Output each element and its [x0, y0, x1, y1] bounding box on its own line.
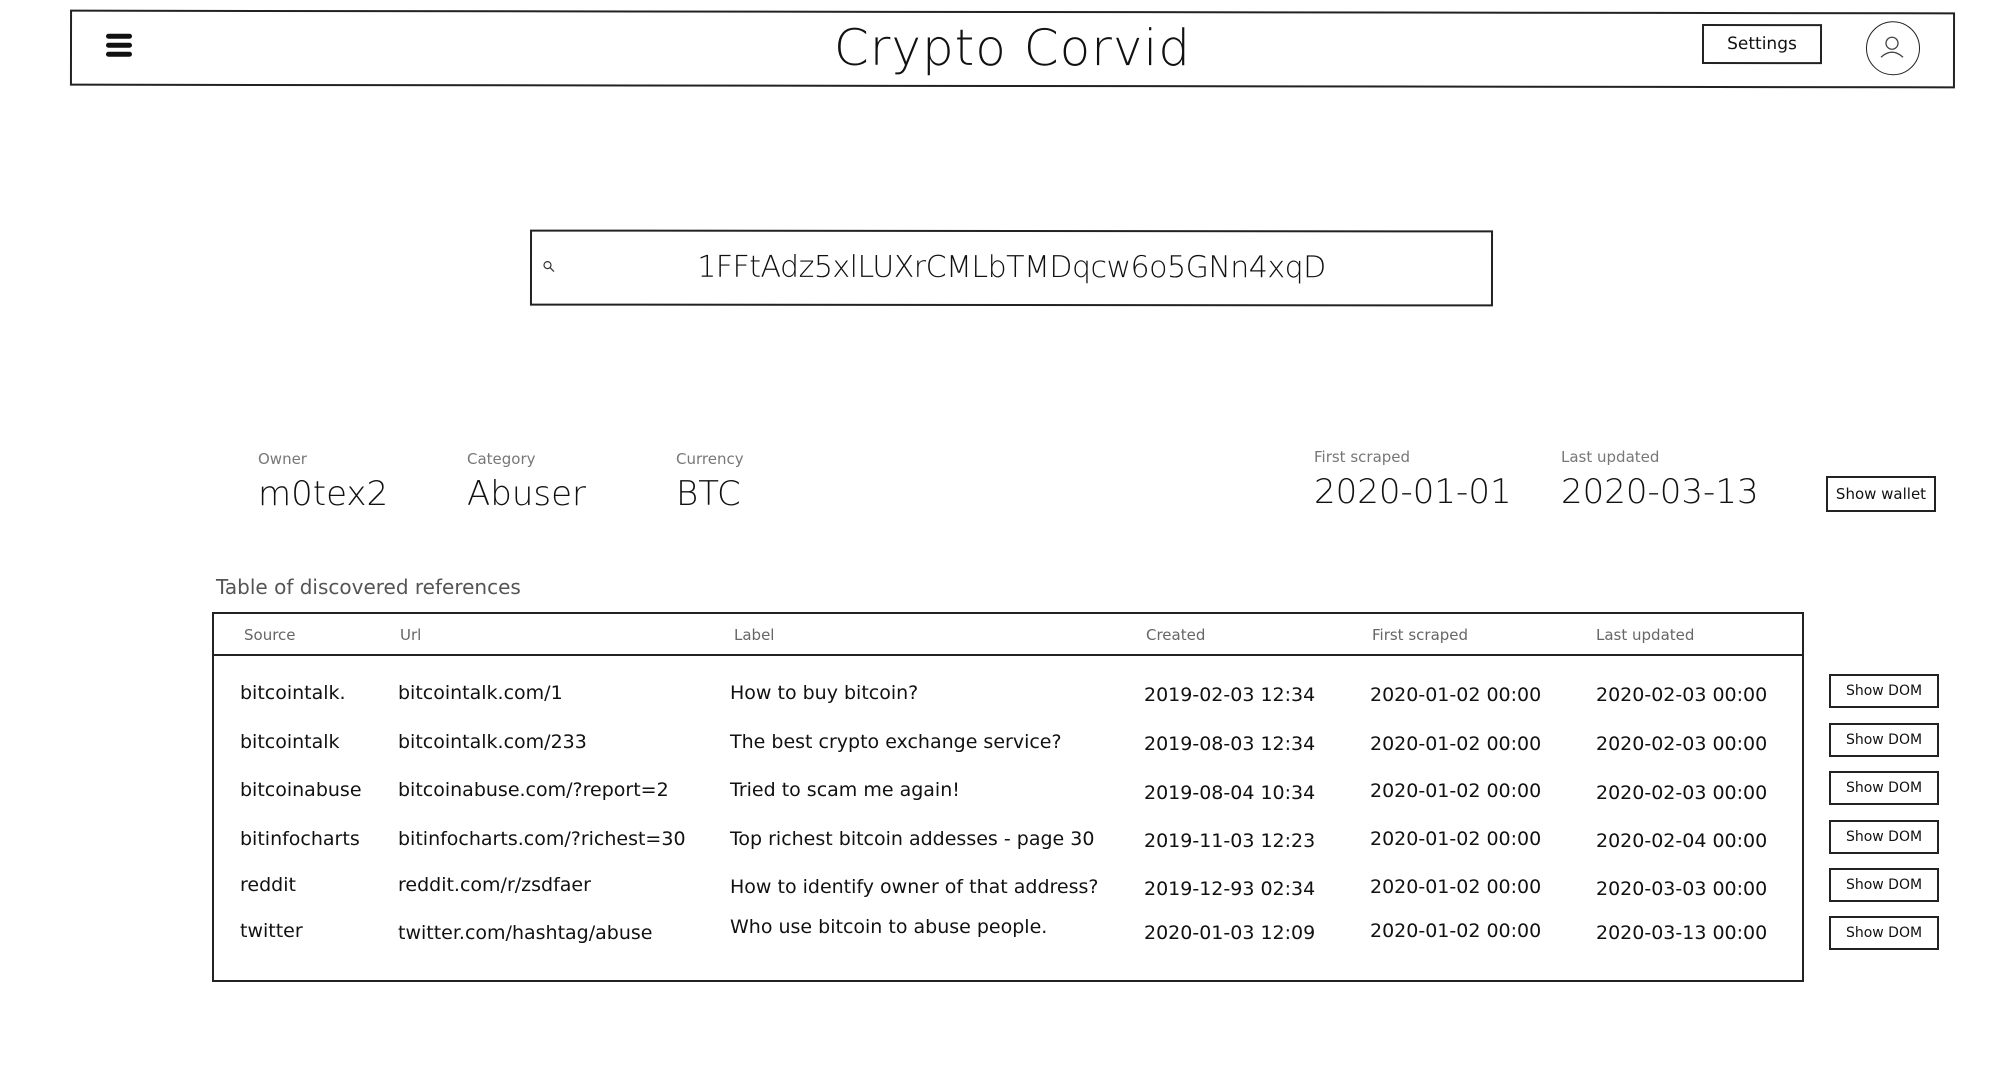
column-header-label: Label — [734, 626, 775, 644]
row-label: Top richest bitcoin addesses - page 30 — [730, 828, 1095, 850]
search-value[interactable]: 1FFtAdz5xlLUXrCMLbTMDqcw6o5GNn4xqD — [572, 250, 1451, 286]
row-last-updated: 2020-02-03 00:00 — [1596, 782, 1768, 804]
row-url[interactable]: twitter.com/hashtag/abuse — [398, 922, 652, 944]
row-created: 2019-08-04 10:34 — [1144, 782, 1316, 804]
row-url[interactable]: bitcointalk.com/233 — [398, 731, 587, 753]
row-created: 2019-11-03 12:23 — [1144, 830, 1316, 852]
row-source: bitcointalk. — [240, 682, 346, 704]
row-last-updated: 2020-03-13 00:00 — [1596, 922, 1768, 944]
row-source: bitinfocharts — [240, 828, 360, 850]
row-first-scraped: 2020-01-02 00:00 — [1370, 876, 1542, 898]
row-url[interactable]: bitinfocharts.com/?richest=30 — [398, 828, 686, 850]
column-header-source: Source — [244, 626, 296, 644]
settings-button[interactable]: Settings — [1701, 23, 1823, 65]
row-last-updated: 2020-02-03 00:00 — [1596, 684, 1768, 706]
show-dom-button[interactable]: Show DOM — [1829, 723, 1939, 757]
row-first-scraped: 2020-01-02 00:00 — [1370, 828, 1542, 850]
category-value: Abuser — [467, 474, 586, 514]
search-icon — [543, 260, 555, 273]
search-input[interactable]: 1FFtAdz5xlLUXrCMLbTMDqcw6o5GNn4xqD — [529, 229, 1494, 307]
row-source: bitcointalk — [240, 731, 340, 753]
show-dom-button[interactable]: Show DOM — [1829, 916, 1939, 950]
show-dom-button[interactable]: Show DOM — [1829, 820, 1939, 854]
column-header-url: Url — [400, 626, 422, 644]
row-source: bitcoinabuse — [240, 779, 362, 801]
row-label: Tried to scam me again! — [730, 779, 960, 801]
avatar[interactable] — [1865, 21, 1921, 76]
column-header-first-scraped: First scraped — [1372, 626, 1469, 644]
row-last-updated: 2020-02-03 00:00 — [1596, 733, 1768, 755]
row-label: Who use bitcoin to abuse people. — [730, 916, 1048, 938]
row-created: 2020-01-03 12:09 — [1144, 922, 1316, 944]
owner-label: Owner — [258, 450, 307, 468]
last-updated-value: 2020-03-13 — [1561, 472, 1759, 512]
row-first-scraped: 2020-01-02 00:00 — [1370, 733, 1542, 755]
show-dom-button[interactable]: Show DOM — [1829, 674, 1939, 708]
row-created: 2019-08-03 12:34 — [1144, 733, 1316, 755]
currency-value: BTC — [676, 474, 741, 514]
row-last-updated: 2020-02-04 00:00 — [1596, 830, 1768, 852]
column-header-last-updated: Last updated — [1596, 626, 1695, 644]
last-updated-label: Last updated — [1561, 448, 1660, 466]
first-scraped-label: First scraped — [1314, 448, 1411, 466]
show-wallet-button[interactable]: Show wallet — [1826, 476, 1936, 512]
row-created: 2019-02-03 12:34 — [1144, 684, 1316, 706]
row-url[interactable]: bitcointalk.com/1 — [398, 682, 563, 704]
row-label: How to buy bitcoin? — [730, 682, 919, 704]
app-header: Crypto Corvid Settings — [69, 9, 1956, 89]
column-header-created: Created — [1146, 626, 1206, 644]
row-label: The best crypto exchange service? — [730, 731, 1062, 753]
row-source: reddit — [240, 874, 296, 896]
row-label: How to identify owner of that address? — [730, 876, 1099, 898]
category-label: Category — [467, 450, 536, 468]
header-divider — [214, 654, 1802, 656]
first-scraped-value: 2020-01-01 — [1314, 472, 1512, 512]
show-dom-button[interactable]: Show DOM — [1829, 868, 1939, 902]
table-caption: Table of discovered references — [216, 575, 521, 599]
owner-value: m0tex2 — [258, 474, 389, 514]
row-source: twitter — [240, 920, 303, 942]
app-title: Crypto Corvid — [833, 18, 1192, 78]
user-icon — [1880, 36, 1904, 58]
row-first-scraped: 2020-01-02 00:00 — [1370, 780, 1542, 802]
show-dom-button[interactable]: Show DOM — [1829, 771, 1939, 805]
row-last-updated: 2020-03-03 00:00 — [1596, 878, 1768, 900]
row-first-scraped: 2020-01-02 00:00 — [1370, 920, 1542, 942]
row-url[interactable]: bitcoinabuse.com/?report=2 — [398, 779, 669, 801]
row-created: 2019-12-93 02:34 — [1144, 878, 1316, 900]
row-first-scraped: 2020-01-02 00:00 — [1370, 684, 1542, 706]
row-url[interactable]: reddit.com/r/zsdfaer — [398, 874, 591, 896]
currency-label: Currency — [676, 450, 744, 468]
references-table: Source Url Label Created First scraped L… — [212, 612, 1804, 982]
